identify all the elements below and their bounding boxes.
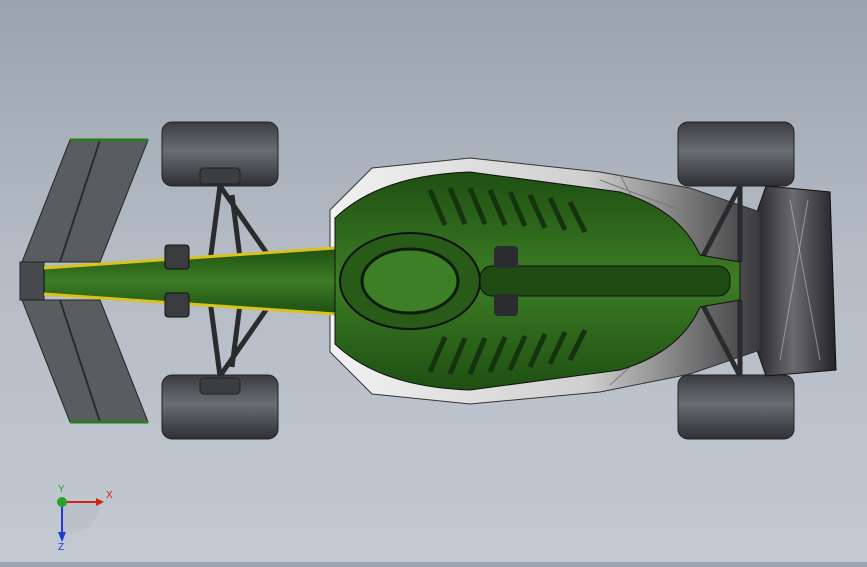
graphics-viewport[interactable] — [0, 0, 867, 562]
front-right-tire[interactable] — [161, 374, 279, 440]
rear-left-tire[interactable] — [677, 121, 795, 187]
x-axis-arrow-icon — [96, 498, 104, 506]
triad-graphic: X Y Z — [57, 484, 113, 553]
car-model[interactable] — [0, 0, 867, 562]
y-axis-label: Y — [58, 484, 65, 495]
rear-wing[interactable] — [749, 185, 837, 377]
coordinate-triad: X Y Z — [40, 480, 120, 553]
z-axis-arrow-icon — [58, 532, 66, 542]
y-axis-dot-icon — [57, 497, 67, 507]
front-left-tire[interactable] — [161, 121, 279, 187]
rear-right-tire[interactable] — [677, 374, 795, 440]
z-axis-label: Z — [58, 542, 64, 550]
x-axis-label: X — [106, 490, 113, 501]
